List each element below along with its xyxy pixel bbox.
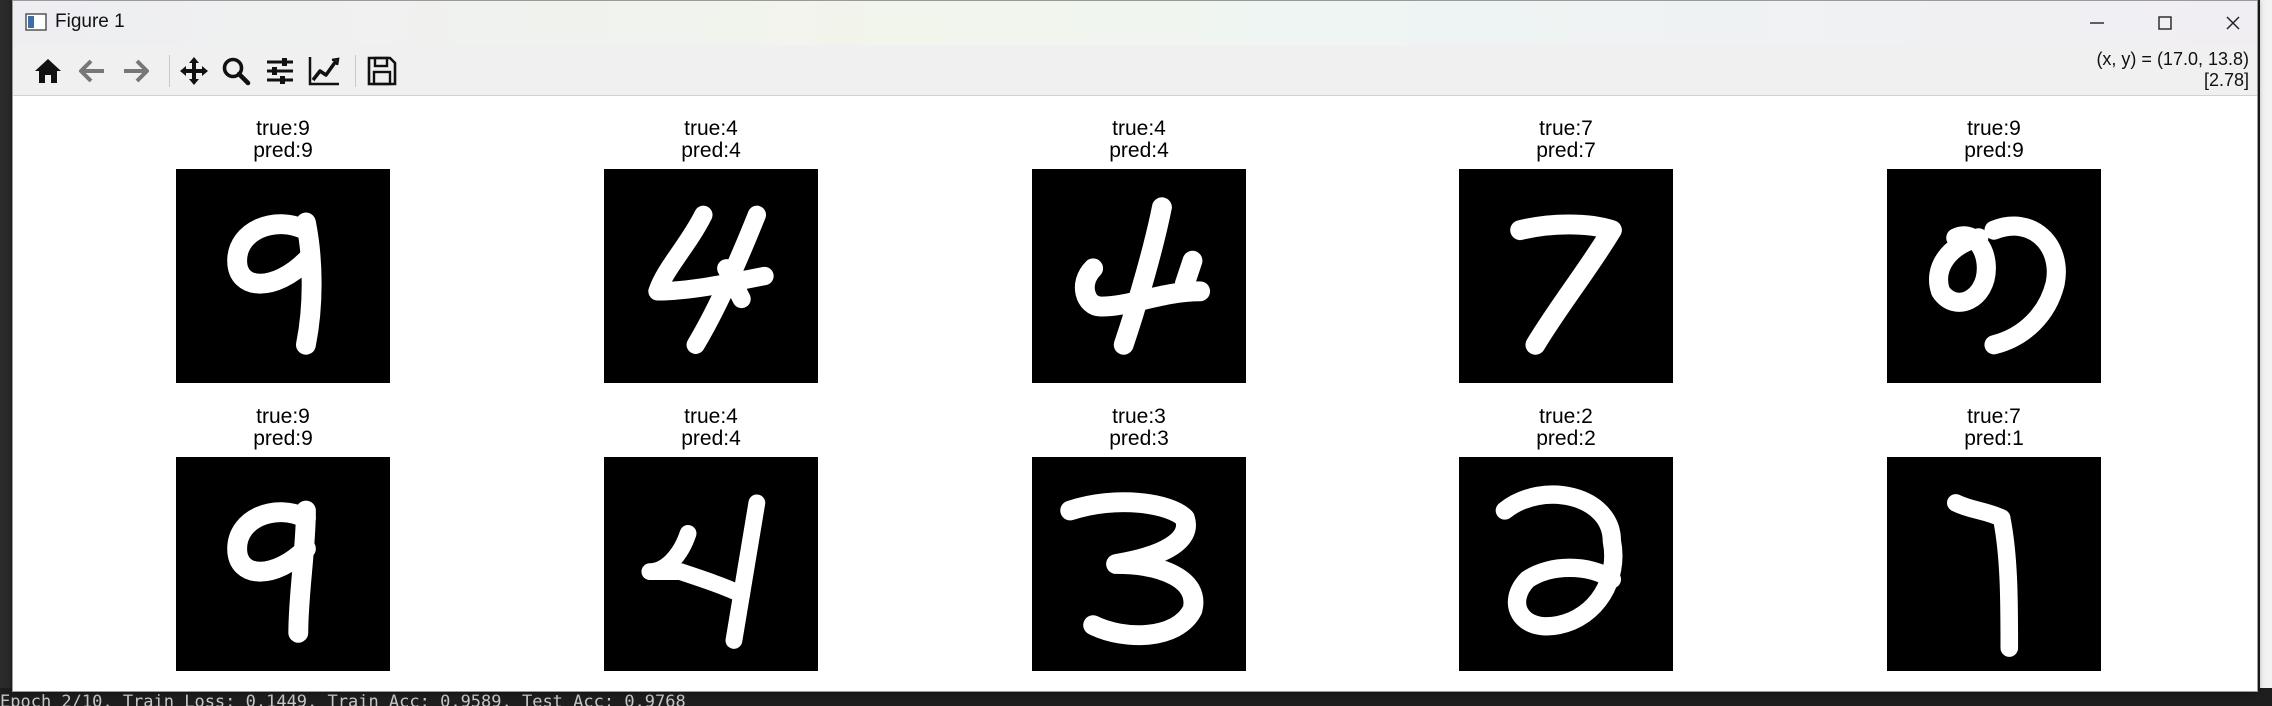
minimize-icon: [2090, 22, 2104, 24]
digit-image: [176, 169, 390, 383]
digit-image: [176, 457, 390, 671]
pred-label: pred:4: [681, 139, 741, 162]
floppy-disk-icon: [367, 56, 397, 86]
minimize-button[interactable]: [2063, 1, 2131, 45]
subplot: true:3 pred:3: [1032, 406, 1246, 671]
digit-image: [1887, 457, 2101, 671]
navigation-toolbar: (x, y) = (17.0, 13.8) [2.78]: [13, 45, 2257, 96]
figure-canvas[interactable]: true:9 pred:9 true:4 pred:4 true:4 pred:…: [13, 96, 2257, 691]
digit-image: [604, 457, 818, 671]
subplot: true:9 pred:9: [176, 118, 390, 383]
pred-label: pred:7: [1536, 139, 1596, 162]
subplot-title: true:7 pred:7: [1459, 118, 1673, 162]
true-label: true:4: [684, 405, 738, 428]
save-button[interactable]: [365, 54, 399, 88]
console-text: Epoch 2/10, Train Loss: 0.1449, Train Ac…: [0, 692, 686, 706]
pred-label: pred:9: [253, 139, 313, 162]
digit-image: [1032, 457, 1246, 671]
subplot-title: true:2 pred:2: [1459, 406, 1673, 450]
pred-label: pred:9: [1964, 139, 2024, 162]
arrow-left-icon: [79, 59, 104, 83]
sliders-icon: [267, 58, 293, 84]
subplots-button[interactable]: [263, 54, 297, 88]
coords-value: [2.78]: [2203, 70, 2249, 90]
subplot: true:7 pred:1: [1887, 406, 2101, 671]
digit-image: [1459, 169, 1673, 383]
zoom-button[interactable]: [219, 54, 253, 88]
toolbar-separator: [169, 55, 170, 87]
digit-image: [1887, 169, 2101, 383]
app-icon: [25, 13, 47, 31]
home-button[interactable]: [31, 54, 65, 88]
true-label: true:4: [684, 117, 738, 140]
subplot: true:9 pred:9: [176, 406, 390, 671]
subplot-title: true:3 pred:3: [1032, 406, 1246, 450]
subplot: true:4 pred:4: [604, 118, 818, 383]
maximize-icon: [2158, 16, 2172, 30]
digit-image: [1459, 457, 1673, 671]
forward-button[interactable]: [119, 54, 153, 88]
pred-label: pred:1: [1964, 427, 2024, 450]
subplot-title: true:7 pred:1: [1887, 406, 2101, 450]
back-button[interactable]: [75, 54, 109, 88]
line-chart-icon: [308, 57, 340, 86]
subplot-title: true:9 pred:9: [176, 406, 390, 450]
subplot-title: true:4 pred:4: [604, 118, 818, 162]
window-title: Figure 1: [55, 11, 125, 32]
subplot-title: true:9 pred:9: [176, 118, 390, 162]
true-label: true:2: [1539, 405, 1593, 428]
background-editor-strip-right: [2260, 0, 2272, 706]
close-button[interactable]: [2199, 1, 2257, 45]
subplot: true:7 pred:7: [1459, 118, 1673, 383]
true-label: true:7: [1967, 405, 2021, 428]
subplot-title: true:4 pred:4: [604, 406, 818, 450]
pred-label: pred:9: [253, 427, 313, 450]
magnifier-icon: [222, 57, 251, 86]
subplot-title: true:4 pred:4: [1032, 118, 1246, 162]
cursor-coordinates: (x, y) = (17.0, 13.8) [2.78]: [2096, 49, 2249, 91]
pred-label: pred:3: [1109, 427, 1169, 450]
toolbar-separator: [355, 55, 356, 87]
true-label: true:3: [1112, 405, 1166, 428]
subplot-title: true:9 pred:9: [1887, 118, 2101, 162]
home-icon: [35, 59, 61, 83]
coords-xy: (x, y) = (17.0, 13.8): [2096, 49, 2249, 69]
digit-image: [1032, 169, 1246, 383]
pan-button[interactable]: [177, 54, 211, 88]
maximize-button[interactable]: [2131, 1, 2199, 45]
subplot: true:4 pred:4: [1032, 118, 1246, 383]
pred-label: pred:2: [1536, 427, 1596, 450]
arrow-right-icon: [124, 59, 149, 83]
true-label: true:4: [1112, 117, 1166, 140]
figure-window: Figure 1 (x, y) = (17.0, 13.8) [2.78] tr…: [12, 0, 2258, 692]
true-label: true:9: [1967, 117, 2021, 140]
true-label: true:9: [256, 405, 310, 428]
true-label: true:7: [1539, 117, 1593, 140]
title-bar[interactable]: Figure 1: [13, 1, 2257, 45]
pred-label: pred:4: [1109, 139, 1169, 162]
subplot: true:2 pred:2: [1459, 406, 1673, 671]
pred-label: pred:4: [681, 427, 741, 450]
subplot: true:9 pred:9: [1887, 118, 2101, 383]
true-label: true:9: [256, 117, 310, 140]
close-icon: [2226, 16, 2240, 30]
subplot: true:4 pred:4: [604, 406, 818, 671]
move-icon: [180, 57, 208, 85]
digit-image: [604, 169, 818, 383]
axes-edit-button[interactable]: [307, 54, 341, 88]
